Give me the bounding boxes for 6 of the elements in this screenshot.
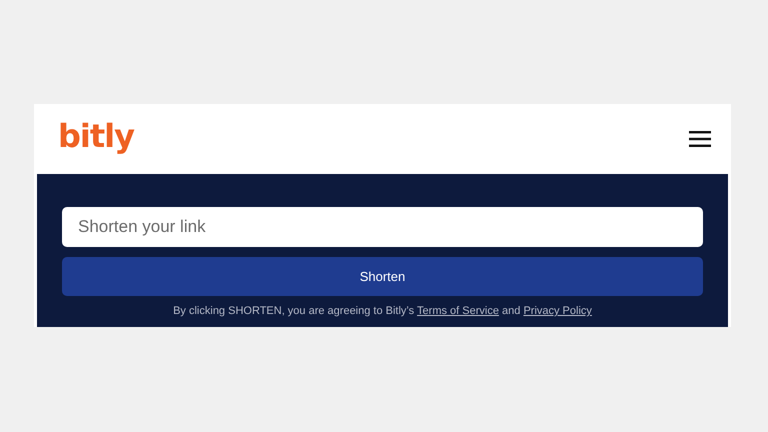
shorten-button[interactable]: Shorten	[62, 257, 703, 296]
menu-icon[interactable]	[689, 131, 711, 147]
link-input-field[interactable]: Shorten your link	[62, 207, 703, 247]
consent-text: By clicking SHORTEN, you are agreeing to Bitly’s Terms of Service and Privacy Policy	[172, 305, 593, 317]
policy-link[interactable]: Privacy Policy	[523, 305, 592, 317]
policy-link[interactable]: Terms of Service	[417, 305, 499, 317]
